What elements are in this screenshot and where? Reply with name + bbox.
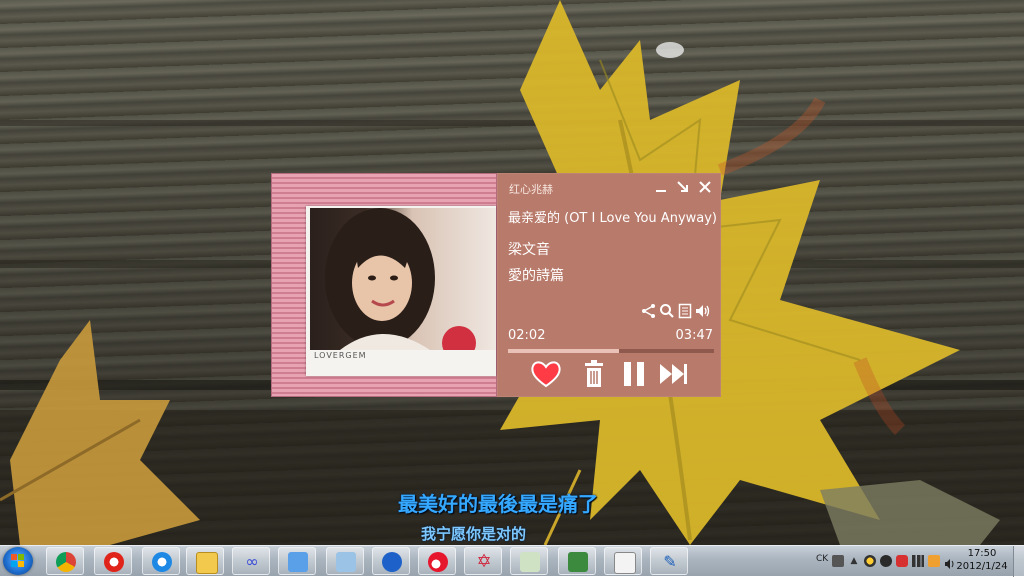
network-icon[interactable] <box>912 555 924 567</box>
elapsed-time: 02:02 <box>508 328 546 343</box>
taskbar-app-editor[interactable] <box>604 547 642 575</box>
player-panel: 红心兆赫 最亲爱的 (OT I Love You Anyway) 梁文音 愛的詩… <box>497 173 721 397</box>
taskbar-app-chart[interactable] <box>558 547 596 575</box>
qq-icon[interactable] <box>864 555 876 567</box>
chrome-icon <box>56 552 76 572</box>
taskbar-app-pen[interactable]: ✎ <box>650 547 688 575</box>
desktop-lyric-line-1[interactable]: 最美好的最後最是痛了 <box>398 488 598 517</box>
taskbar-app-opera[interactable] <box>94 547 132 575</box>
total-time: 03:47 <box>675 328 713 343</box>
pause-icon[interactable] <box>617 359 651 389</box>
infinity-icon: ∞ <box>245 552 259 571</box>
taskbar-app-internet-explorer[interactable] <box>142 547 180 575</box>
album-cover[interactable]: LOVERGEM <box>306 206 496 376</box>
close-icon[interactable] <box>697 179 713 195</box>
album-cover-brand: LOVERGEM <box>314 351 367 360</box>
clock-date[interactable]: 2012/1/24 <box>952 561 1012 572</box>
taskbar-app-file-explorer[interactable] <box>186 547 224 575</box>
shrink-icon[interactable] <box>675 179 691 195</box>
taskbar-app-window[interactable] <box>326 547 364 575</box>
song-title: 最亲爱的 (OT I Love You Anyway) <box>508 211 717 226</box>
internet-explorer-icon <box>152 552 172 572</box>
taskbar-app-star[interactable]: ✡ <box>464 547 502 575</box>
tray-expand-icon[interactable]: ▲ <box>848 555 860 567</box>
clock-time[interactable]: 17:50 <box>962 548 1002 559</box>
next-icon[interactable] <box>657 359 691 389</box>
weibo-icon <box>428 552 448 572</box>
volume-icon[interactable] <box>695 303 711 319</box>
taskbar-app-launcher[interactable] <box>372 547 410 575</box>
progress-fill <box>508 349 620 353</box>
channel-name[interactable]: 红心兆赫 <box>509 181 553 197</box>
lyrics-icon[interactable] <box>677 303 693 319</box>
tray-app-icon[interactable] <box>880 555 892 567</box>
folder-icon <box>196 552 218 574</box>
keyboard-icon[interactable] <box>832 555 844 567</box>
window-icon <box>336 552 356 572</box>
taskbar-app-photo[interactable] <box>278 547 316 575</box>
ime-indicator[interactable]: CK <box>816 554 828 564</box>
album-name[interactable]: 愛的詩篇 <box>508 265 564 285</box>
show-desktop-button[interactable] <box>1013 546 1024 577</box>
security-icon[interactable] <box>896 555 908 567</box>
taskbar-app-weibo[interactable] <box>418 547 456 575</box>
chart-icon <box>568 552 588 572</box>
taskbar-app-explorer-window[interactable] <box>510 547 548 575</box>
taskbar-app-infinity[interactable]: ∞ <box>232 547 270 575</box>
music-player-widget[interactable]: LOVERGEM 红心兆赫 最亲爱的 (OT I Love You Anyway… <box>271 173 721 397</box>
taskbar: ∞ ✡ ✎ CK ▲ 17:50 2012/1/24 <box>0 545 1024 577</box>
album-cover-frame: LOVERGEM <box>271 173 497 397</box>
system-tray: CK ▲ 17:50 2012/1/24 <box>810 546 1024 577</box>
editor-icon <box>614 552 636 574</box>
search-icon[interactable] <box>659 303 675 319</box>
opera-icon <box>104 552 124 572</box>
start-button[interactable] <box>3 547 33 575</box>
star-icon: ✡ <box>476 551 492 572</box>
share-icon[interactable] <box>641 303 657 319</box>
trash-icon[interactable] <box>577 359 611 389</box>
launcher-icon <box>382 552 402 572</box>
artist-name[interactable]: 梁文音 <box>508 239 550 259</box>
heart-icon[interactable] <box>529 359 563 389</box>
progress-bar[interactable] <box>508 349 714 353</box>
photo-app-icon <box>288 552 308 572</box>
desktop-lyric-line-2[interactable]: 我宁愿你是对的 <box>421 523 526 544</box>
flag-icon[interactable] <box>928 555 940 567</box>
minimize-icon[interactable] <box>653 179 669 195</box>
album-cover-photo <box>310 208 496 350</box>
pen-icon: ✎ <box>663 552 677 571</box>
taskbar-app-chrome[interactable] <box>46 547 84 575</box>
explorer-window-icon <box>520 552 540 572</box>
